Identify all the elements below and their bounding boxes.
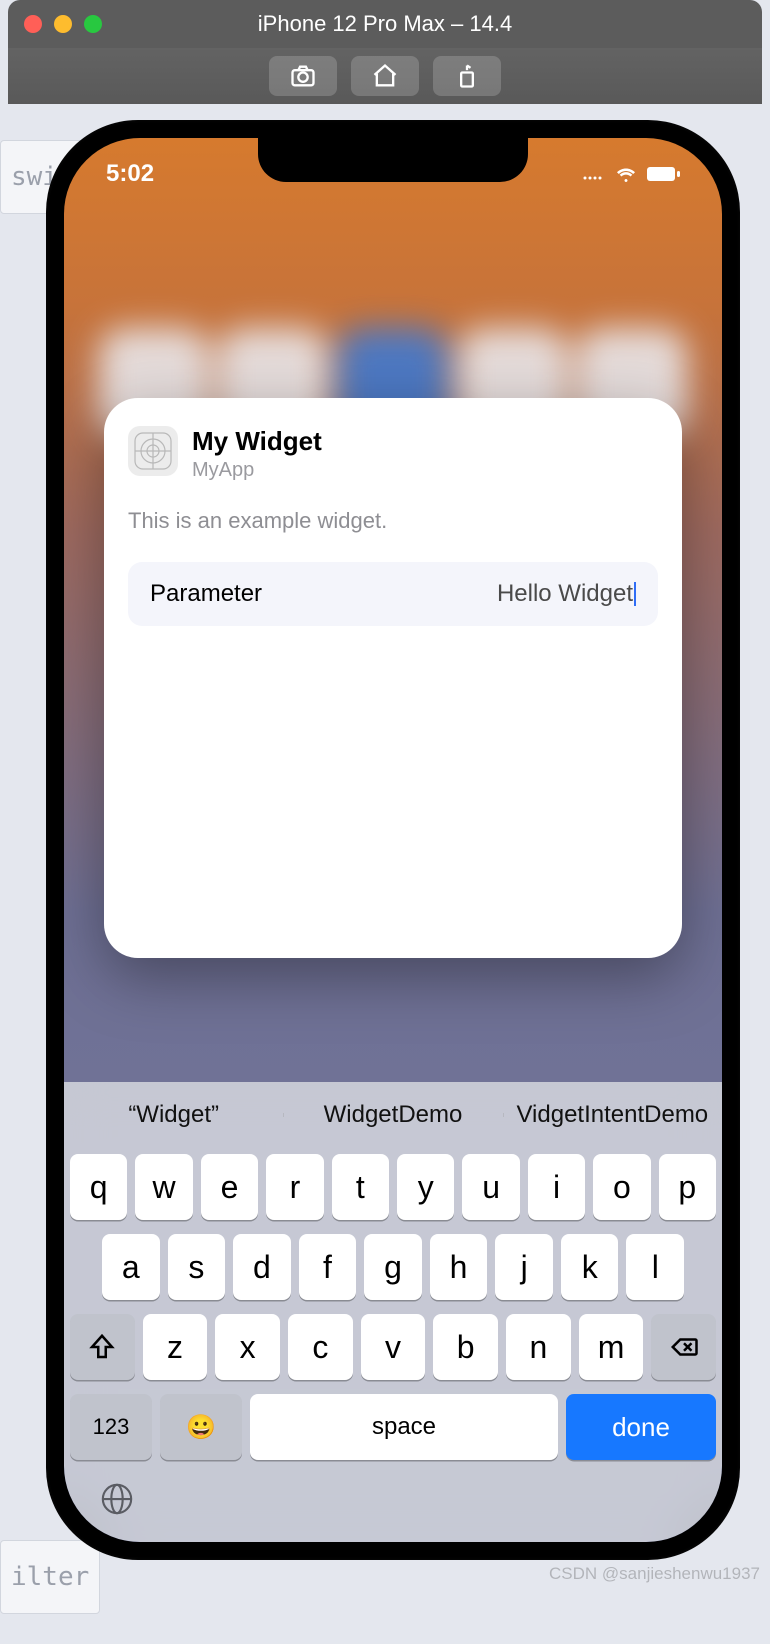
suggestion-3[interactable]: VidgetIntentDemo — [503, 1101, 722, 1129]
simulator-toolbar — [8, 48, 762, 104]
widget-description: This is an example widget. — [128, 508, 658, 534]
iphone-device-frame: 5:02 My Widget MyApp — [46, 120, 740, 1560]
device-screen: 5:02 My Widget MyApp — [64, 138, 722, 1542]
key-i[interactable]: i — [528, 1154, 585, 1220]
key-d[interactable]: d — [233, 1234, 291, 1300]
numeric-key[interactable]: 123 — [70, 1394, 152, 1460]
window-title: iPhone 12 Pro Max – 14.4 — [8, 11, 762, 37]
done-key[interactable]: done — [566, 1394, 716, 1460]
widget-app-icon — [128, 426, 178, 476]
key-o[interactable]: o — [593, 1154, 650, 1220]
widget-config-card: My Widget MyApp This is an example widge… — [104, 398, 682, 958]
key-b[interactable]: b — [433, 1314, 498, 1380]
key-a[interactable]: a — [102, 1234, 160, 1300]
parameter-row[interactable]: Parameter Hello Widget — [128, 562, 658, 626]
battery-icon — [646, 166, 680, 182]
window-titlebar: iPhone 12 Pro Max – 14.4 — [8, 0, 762, 48]
suggestion-2[interactable]: WidgetDemo — [283, 1101, 502, 1129]
watermark: CSDN @sanjieshenwu1937 — [549, 1564, 760, 1584]
key-n[interactable]: n — [506, 1314, 571, 1380]
parameter-label: Parameter — [150, 580, 262, 608]
key-e[interactable]: e — [201, 1154, 258, 1220]
notch — [258, 138, 528, 182]
key-p[interactable]: p — [659, 1154, 716, 1220]
key-c[interactable]: c — [288, 1314, 353, 1380]
key-r[interactable]: r — [266, 1154, 323, 1220]
parameter-value-input[interactable]: Hello Widget — [497, 580, 636, 608]
backspace-key[interactable] — [651, 1314, 716, 1380]
space-key[interactable]: space — [250, 1394, 558, 1460]
key-j[interactable]: j — [495, 1234, 553, 1300]
key-h[interactable]: h — [430, 1234, 488, 1300]
key-z[interactable]: z — [143, 1314, 208, 1380]
simulator-window: iPhone 12 Pro Max – 14.4 5:02 — [8, 0, 762, 104]
key-l[interactable]: l — [626, 1234, 684, 1300]
key-t[interactable]: t — [332, 1154, 389, 1220]
shift-key[interactable] — [70, 1314, 135, 1380]
key-m[interactable]: m — [579, 1314, 644, 1380]
key-v[interactable]: v — [361, 1314, 426, 1380]
wifi-icon — [614, 165, 638, 183]
widget-title: My Widget — [192, 426, 322, 457]
status-time: 5:02 — [106, 160, 154, 188]
suggestion-1[interactable]: “Widget” — [64, 1101, 283, 1129]
key-g[interactable]: g — [364, 1234, 422, 1300]
key-u[interactable]: u — [462, 1154, 519, 1220]
home-button[interactable] — [351, 56, 419, 96]
key-f[interactable]: f — [299, 1234, 357, 1300]
key-q[interactable]: q — [70, 1154, 127, 1220]
key-w[interactable]: w — [135, 1154, 192, 1220]
key-y[interactable]: y — [397, 1154, 454, 1220]
rotate-button[interactable] — [433, 56, 501, 96]
globe-key[interactable] — [64, 1474, 722, 1524]
screenshot-button[interactable] — [269, 56, 337, 96]
keyboard: “Widget” WidgetDemo VidgetIntentDemo qwe… — [64, 1082, 722, 1542]
key-k[interactable]: k — [561, 1234, 619, 1300]
key-s[interactable]: s — [168, 1234, 226, 1300]
key-x[interactable]: x — [215, 1314, 280, 1380]
widget-app-name: MyApp — [192, 459, 322, 482]
cellular-icon — [582, 167, 606, 181]
suggestion-bar: “Widget” WidgetDemo VidgetIntentDemo — [64, 1082, 722, 1148]
emoji-key[interactable]: 😀 — [160, 1394, 242, 1460]
